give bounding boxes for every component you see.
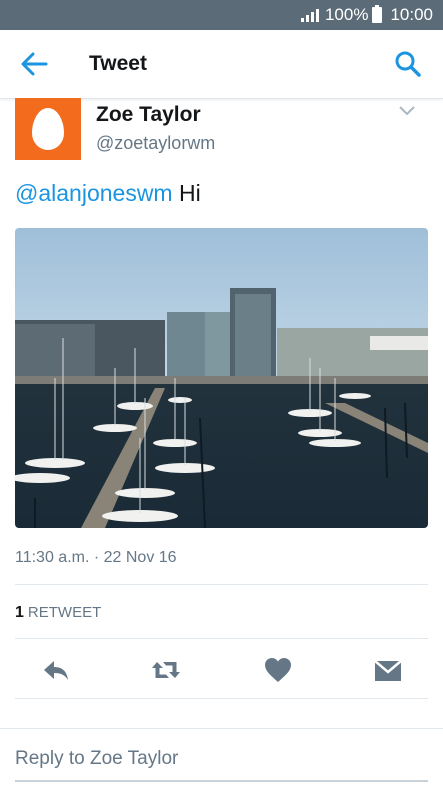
retweet-icon[interactable] (150, 654, 182, 686)
direct-message-icon[interactable] (372, 654, 404, 686)
retweet-label: RETWEET (27, 604, 102, 621)
divider (15, 698, 428, 699)
retweet-stats[interactable]: 1 RETWEET (15, 604, 101, 622)
arrow-left-icon[interactable] (18, 50, 50, 78)
reply-icon[interactable] (40, 654, 72, 686)
status-bar: 100% 10:00 (0, 0, 443, 30)
reply-placeholder: Reply to Zoe Taylor (15, 748, 179, 769)
tweet-photo[interactable] (15, 228, 428, 528)
avatar[interactable] (15, 98, 81, 160)
divider (15, 584, 428, 585)
search-icon[interactable] (394, 50, 422, 78)
author-handle[interactable]: @zoetaylorwm (96, 133, 215, 154)
chevron-down-icon[interactable] (398, 105, 416, 117)
marina-image (15, 228, 428, 528)
retweet-count: 1 (15, 604, 24, 621)
egg-icon (32, 108, 64, 150)
battery-percent: 100% (324, 5, 369, 24)
like-icon[interactable] (262, 654, 294, 686)
reply-input[interactable]: Reply to Zoe Taylor (15, 740, 428, 782)
tweet-timestamp: 11:30 a.m. · 22 Nov 16 (15, 549, 177, 566)
battery-icon (372, 5, 383, 23)
divider (0, 728, 443, 729)
tweet-text: @alanjoneswm Hi (15, 180, 201, 207)
app-bar: Tweet (0, 30, 443, 99)
divider (15, 638, 428, 639)
mention-link[interactable]: @alanjoneswm (15, 180, 173, 206)
tweet-actions (0, 648, 443, 692)
author-name[interactable]: Zoe Taylor (96, 103, 201, 127)
tweet-body: Hi (172, 180, 201, 206)
signal-icon (300, 8, 319, 22)
status-time: 10:00 (390, 5, 433, 24)
page-title: Tweet (89, 52, 147, 75)
